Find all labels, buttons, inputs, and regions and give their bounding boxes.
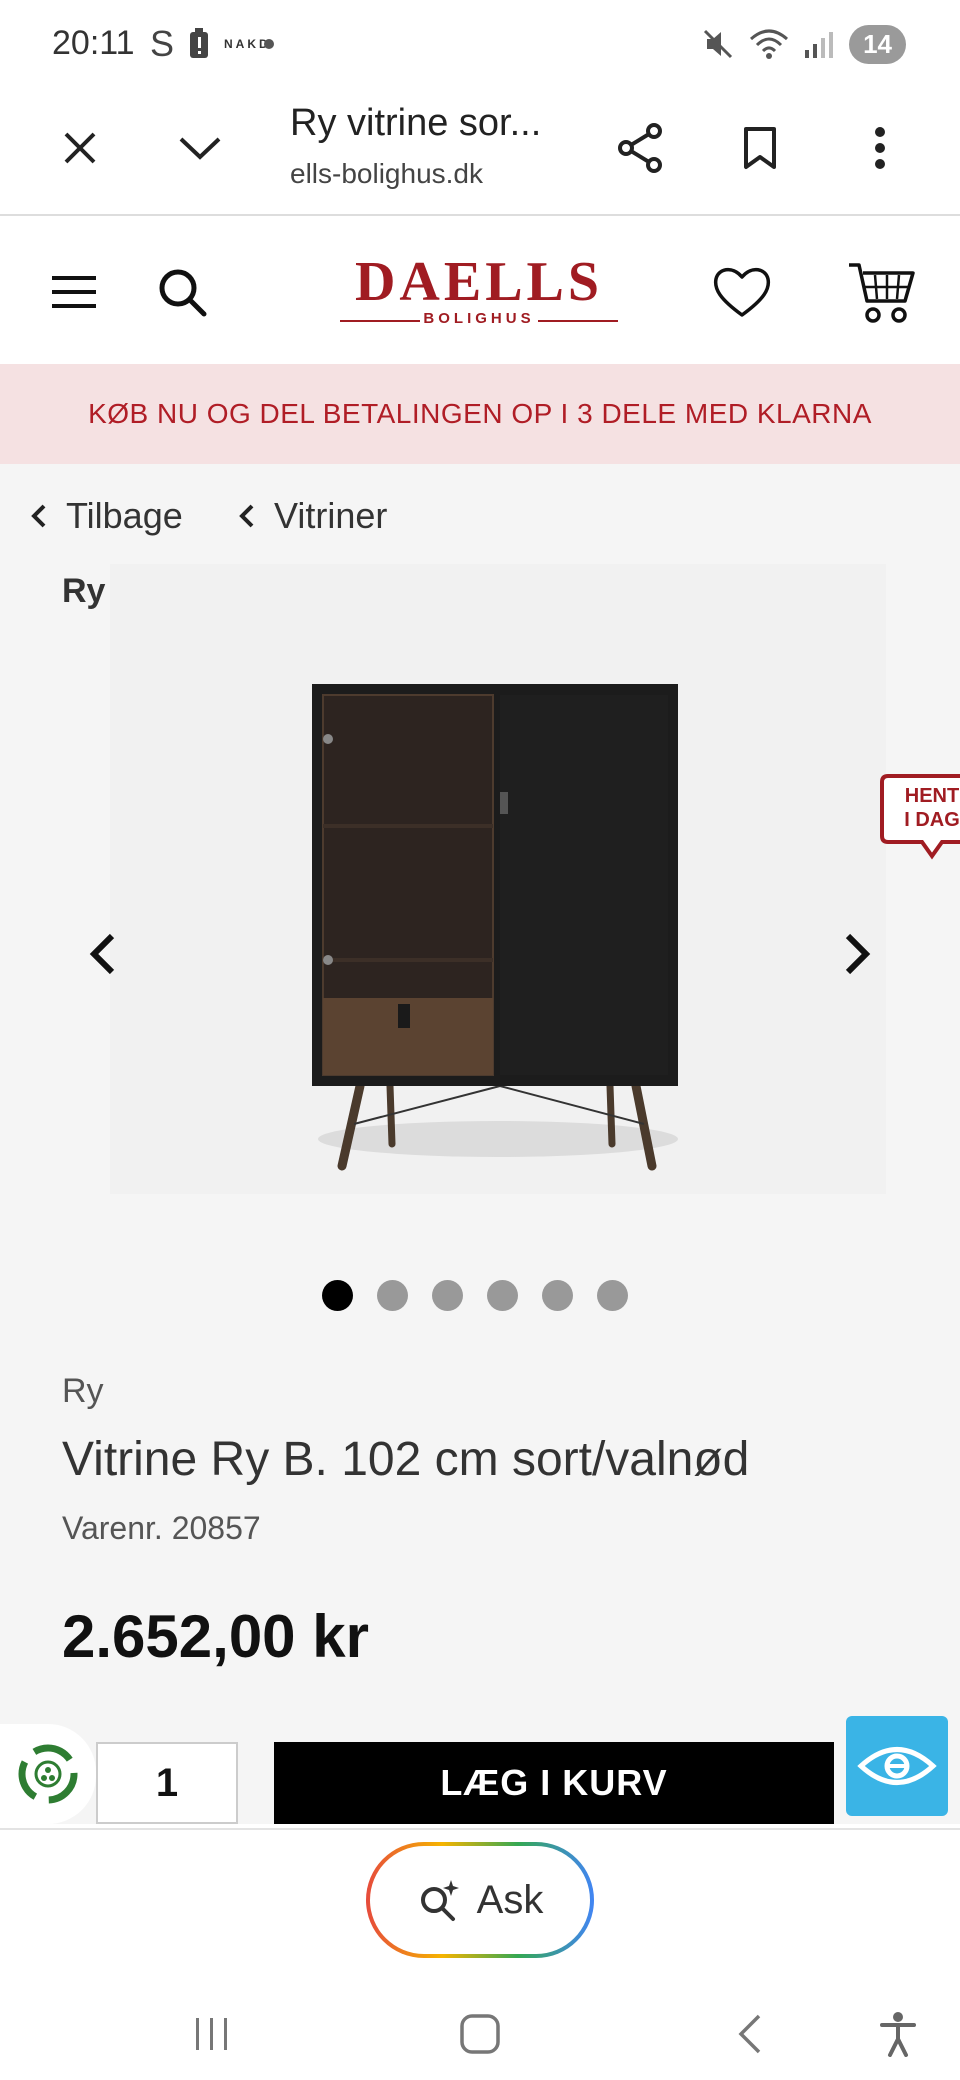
product-page: Tilbage Vitriner HENT I DAG Ry Ry Vitrin… xyxy=(0,464,960,1824)
gallery-dot-2[interactable] xyxy=(377,1280,408,1311)
breadcrumb-category[interactable]: Vitriner xyxy=(236,492,387,540)
product-price: 2.652,00 kr xyxy=(62,1603,369,1670)
ask-button[interactable]: Ask xyxy=(366,1842,594,1958)
chevron-down-icon xyxy=(179,137,221,160)
recent-apps-button[interactable] xyxy=(182,2004,242,2064)
back-icon xyxy=(738,2014,761,2054)
hamburger-menu-icon xyxy=(52,276,96,308)
status-bar: 20:11 S NAKD 14 xyxy=(0,0,960,88)
cart-button[interactable] xyxy=(844,254,920,330)
ask-label: Ask xyxy=(476,1877,544,1922)
page-title[interactable]: Ry vitrine sor... xyxy=(290,102,541,145)
accessibility-shortcut-button[interactable] xyxy=(868,2004,928,2064)
add-to-cart-button[interactable]: LÆG I KURV xyxy=(274,1742,834,1824)
shopping-cart-icon xyxy=(849,263,915,323)
promo-text: KØB NU OG DEL BETALINGEN OP I 3 DELE MED… xyxy=(88,398,872,429)
menu-button[interactable] xyxy=(36,254,112,330)
gallery-pagination xyxy=(322,1280,628,1311)
page-url[interactable]: ells-bolighus.dk xyxy=(290,158,483,190)
bookmark-icon xyxy=(744,127,776,169)
browser-toolbar: Ry vitrine sor... ells-bolighus.dk xyxy=(0,88,960,216)
home-button[interactable] xyxy=(450,2004,510,2064)
site-logo[interactable]: DAELLS BOLIGHUS xyxy=(338,254,620,340)
back-link[interactable]: Tilbage xyxy=(28,492,183,540)
home-icon xyxy=(460,2014,500,2054)
bottom-bar: Ask xyxy=(0,1828,960,2080)
system-nav-bar xyxy=(0,1980,960,2080)
gallery-brand-label: Ry xyxy=(62,572,106,610)
badge-line-1: HENT xyxy=(904,785,960,807)
gallery-dot-1[interactable] xyxy=(322,1280,353,1311)
gallery-dot-6[interactable] xyxy=(597,1280,628,1311)
gallery-dot-4[interactable] xyxy=(487,1280,518,1311)
alert-battery-icon xyxy=(190,28,209,58)
share-button[interactable] xyxy=(604,112,676,184)
eco-badge[interactable] xyxy=(0,1724,96,1824)
quantity-input[interactable]: 1 xyxy=(96,1742,238,1824)
breadcrumb-category-label: Vitriner xyxy=(274,495,388,536)
chevron-right-icon xyxy=(845,933,871,975)
status-time: 20:11 xyxy=(52,24,135,62)
logo-divider-left xyxy=(340,320,420,322)
logo-sub-text: BOLIGHUS xyxy=(423,310,535,327)
share-icon xyxy=(618,123,662,173)
gallery-dot-5[interactable] xyxy=(542,1280,573,1311)
back-link-label: Tilbage xyxy=(66,495,183,536)
expand-button[interactable] xyxy=(164,112,236,184)
wifi-icon xyxy=(750,29,789,59)
eye-icon xyxy=(857,1747,937,1785)
chevron-left-icon xyxy=(239,504,254,528)
close-tab-button[interactable] xyxy=(44,112,116,184)
product-brand[interactable]: Ry xyxy=(62,1372,104,1411)
search-button[interactable] xyxy=(144,254,220,330)
mute-icon xyxy=(704,29,733,59)
recycle-icon xyxy=(18,1744,78,1804)
chevron-left-icon xyxy=(89,933,115,975)
badge-line-2: I DAG xyxy=(904,809,960,831)
notification-dot xyxy=(264,39,275,49)
search-icon xyxy=(159,269,207,317)
product-image[interactable]: HENT I DAG xyxy=(110,564,960,1194)
gallery-dot-3[interactable] xyxy=(432,1280,463,1311)
site-header: DAELLS BOLIGHUS xyxy=(0,218,960,364)
recent-apps-icon xyxy=(196,2018,227,2050)
accessibility-button[interactable] xyxy=(846,1716,948,1816)
close-icon xyxy=(64,132,96,164)
bookmark-button[interactable] xyxy=(724,112,796,184)
accessibility-person-icon xyxy=(880,2012,916,2057)
back-button[interactable] xyxy=(720,2004,780,2064)
more-vertical-icon xyxy=(875,127,885,169)
sparkle-search-icon xyxy=(420,1880,459,1921)
product-sku: Varenr. 20857 xyxy=(62,1510,261,1546)
wishlist-button[interactable] xyxy=(704,254,780,330)
promo-banner[interactable]: KØB NU OG DEL BETALINGEN OP I 3 DELE MED… xyxy=(0,364,960,464)
more-options-button[interactable] xyxy=(844,112,916,184)
heart-icon xyxy=(713,267,771,317)
nakd-icon: NAKD xyxy=(224,37,271,51)
signal-icon xyxy=(805,32,834,58)
carrier-icon: S xyxy=(150,23,175,64)
chevron-left-icon xyxy=(31,504,46,528)
next-image-button[interactable] xyxy=(828,914,888,994)
logo-divider-right xyxy=(538,320,618,322)
cabinet-illustration xyxy=(312,684,678,1171)
previous-image-button[interactable] xyxy=(72,914,132,994)
battery-level: 14 xyxy=(849,24,906,64)
product-title: Vitrine Ry B. 102 cm sort/valnød xyxy=(62,1433,750,1486)
pickup-today-badge: HENT I DAG xyxy=(878,772,960,868)
logo-main-text: DAELLS xyxy=(354,251,604,313)
